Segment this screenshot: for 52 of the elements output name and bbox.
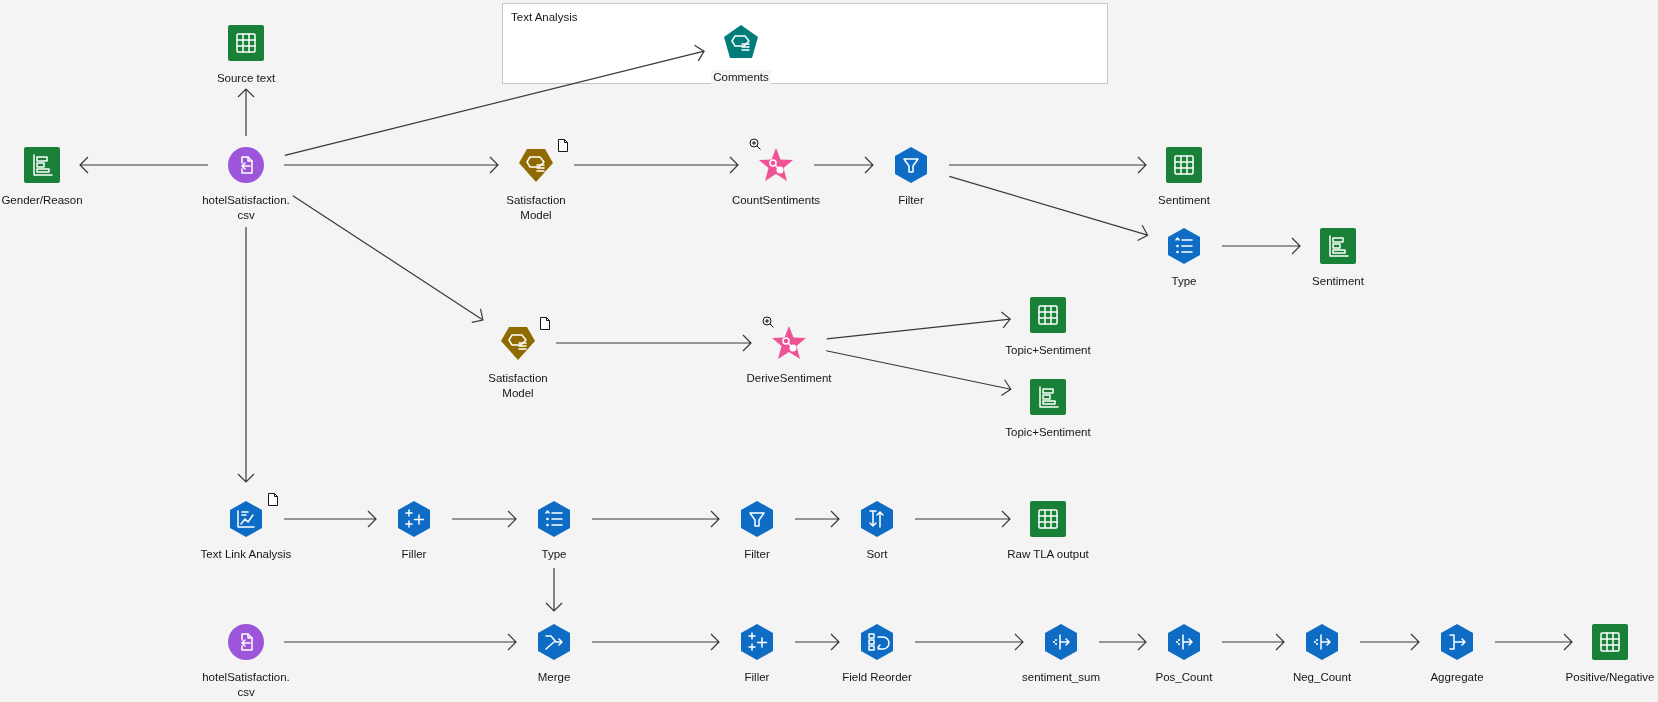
plus-icon[interactable] [396, 501, 432, 537]
node-label: Aggregate [1428, 670, 1486, 685]
node-label: Type [539, 547, 569, 562]
table-icon[interactable] [1166, 147, 1202, 183]
list-icon[interactable] [1166, 228, 1202, 264]
connector-arrow [545, 567, 563, 612]
node-label: Raw TLA output [1005, 547, 1091, 562]
pentagon-icon[interactable] [500, 325, 536, 361]
plus-icon[interactable] [739, 624, 775, 660]
connector-arrow [794, 633, 840, 651]
bar-chart-icon[interactable] [1320, 228, 1356, 264]
connector-arrow [451, 510, 517, 528]
file-import-icon[interactable] [228, 147, 264, 183]
connector-arrow [813, 156, 874, 174]
derive-icon[interactable] [1304, 624, 1340, 660]
list-icon[interactable] [536, 501, 572, 537]
filter-icon[interactable] [893, 147, 929, 183]
connector-arrow [1359, 633, 1420, 651]
sort-icon[interactable] [859, 501, 895, 537]
node-label: Type [1169, 274, 1199, 289]
table-icon[interactable] [1030, 297, 1066, 333]
bar-chart-icon[interactable] [24, 147, 60, 183]
connector-arrow [237, 88, 255, 137]
node-label: Pos_Count [1153, 670, 1215, 685]
line-chart-icon[interactable] [228, 501, 264, 537]
node-label: Merge [535, 670, 573, 685]
node-label: sentiment_sum [1020, 670, 1102, 685]
node-label: Neg_Count [1290, 670, 1354, 685]
group-title: Text Analysis [511, 11, 578, 23]
star-icon[interactable] [758, 147, 794, 183]
connector-arrow [1098, 633, 1147, 651]
node-label: Topic+Sentiment [1003, 425, 1093, 440]
derive-icon[interactable] [1166, 624, 1202, 660]
derive-icon[interactable] [1043, 624, 1079, 660]
pentagon-icon[interactable] [723, 24, 759, 60]
pentagon-icon[interactable] [518, 147, 554, 183]
table-icon[interactable] [1030, 501, 1066, 537]
table-icon[interactable] [228, 25, 264, 61]
node-label: Comments [711, 70, 771, 85]
file-import-icon[interactable] [228, 624, 264, 660]
aggregate-icon[interactable] [1439, 624, 1475, 660]
node-label: Text Link Analysis [198, 547, 294, 562]
merge-icon[interactable] [536, 624, 572, 660]
node-label: Positive/Negative [1563, 670, 1657, 685]
table-icon[interactable] [1592, 624, 1628, 660]
node-label: Topic+Sentiment [1003, 343, 1093, 358]
filter-icon[interactable] [739, 501, 775, 537]
connector-arrow [1221, 633, 1285, 651]
star-icon[interactable] [771, 325, 807, 361]
bar-chart-icon[interactable] [1030, 379, 1066, 415]
reorder-icon[interactable] [859, 624, 895, 660]
connector-arrow [794, 510, 840, 528]
